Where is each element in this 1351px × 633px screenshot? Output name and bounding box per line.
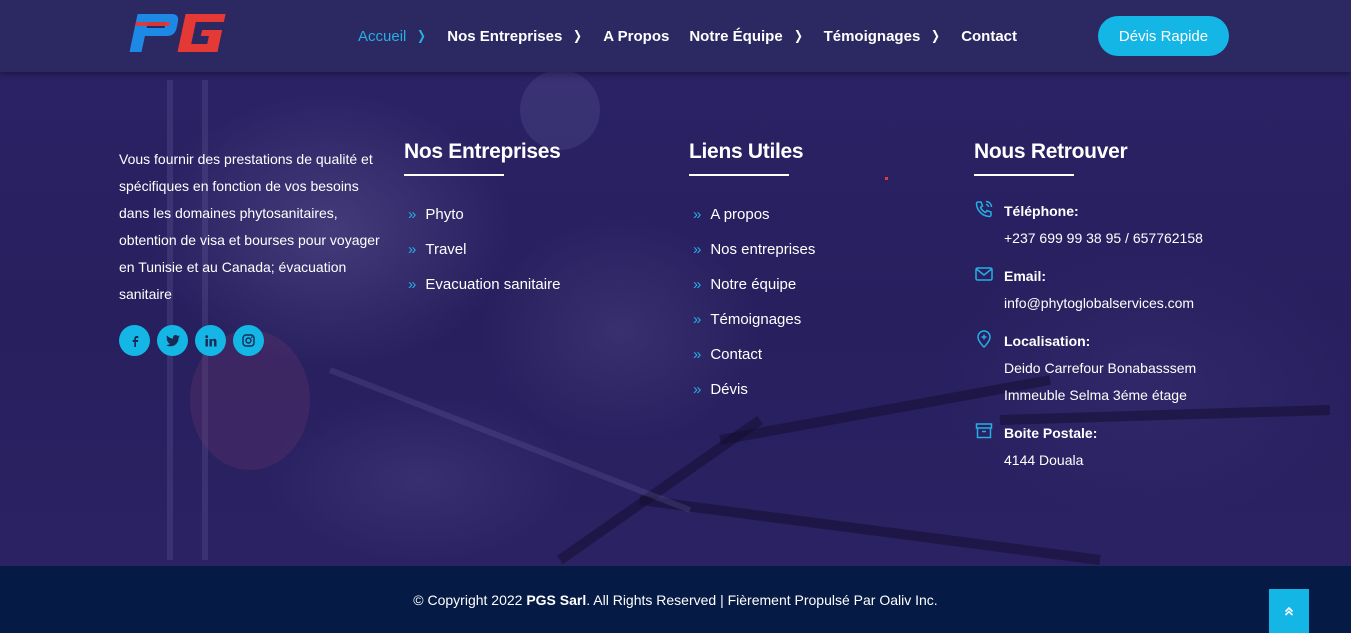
contact-info: Téléphone: +237 699 99 38 95 / 657762158… (974, 198, 1203, 474)
footer-link-evacuation[interactable]: » Evacuation sanitaire (404, 267, 561, 302)
link-label: Nos entreprises (710, 241, 816, 258)
social-links (119, 325, 271, 356)
retrouver-title: Nous Retrouver (974, 140, 1128, 163)
phone-value[interactable]: +237 699 99 38 95 / 657762158 (1004, 225, 1203, 252)
copyright-bar: © Copyright 2022 PGS Sarl. All Rights Re… (0, 566, 1351, 633)
footer-link-phyto[interactable]: » Phyto (404, 197, 561, 232)
liens-title: Liens Utiles (689, 140, 804, 163)
footer-link-notre-equipe[interactable]: » Notre équipe (689, 267, 815, 302)
contact-phone: Téléphone: +237 699 99 38 95 / 657762158 (974, 198, 1203, 252)
po-box-value: 4144 Douala (1004, 452, 1084, 468)
email-icon (975, 267, 993, 281)
nav-label: Contact (961, 27, 1018, 45)
double-chevron-right-icon: » (693, 206, 702, 223)
nav-item-notre-equipe[interactable]: Notre Équipe ❯ (689, 28, 803, 45)
address-line: Deido Carrefour Bonabasssem (1004, 360, 1197, 376)
nav-item-accueil[interactable]: Accueil ❯ (358, 28, 427, 45)
chevron-right-icon: ❯ (793, 28, 803, 43)
devis-rapide-button[interactable]: Dévis Rapide (1098, 16, 1229, 56)
main-nav: Accueil ❯ Nos Entreprises ❯ A Propos Not… (358, 0, 1037, 72)
address-line: Immeuble Selma 3éme étage (1004, 387, 1187, 403)
copyright-suffix: . All Rights Reserved | Fièrement Propul… (586, 591, 938, 608)
instagram-icon[interactable] (233, 325, 264, 356)
double-chevron-right-icon: » (408, 276, 417, 293)
link-label: Travel (425, 241, 467, 258)
footer-link-nos-entreprises[interactable]: » Nos entreprises (689, 232, 815, 267)
twitter-icon[interactable] (157, 325, 188, 356)
liens-column: Liens Utiles » A propos » Nos entreprises … (689, 140, 815, 407)
title-underline (689, 174, 789, 176)
entreprises-links: » Phyto » Travel » Evacuation sanitaire (404, 197, 561, 302)
contact-location: Localisation: Deido Carrefour Bonabassse… (974, 328, 1203, 409)
contact-po-box: Boite Postale: 4144 Douala (974, 420, 1203, 474)
nav-label: Nos Entreprises (447, 27, 563, 45)
contact-label: Téléphone: (1004, 203, 1079, 219)
archive-icon (975, 423, 993, 439)
double-chevron-up-icon (1284, 606, 1294, 616)
phone-icon (975, 200, 993, 218)
footer-link-devis[interactable]: » Dévis (689, 372, 815, 407)
chevron-right-icon: ❯ (573, 28, 583, 43)
contact-label: Localisation: (1004, 333, 1091, 349)
double-chevron-right-icon: » (693, 311, 702, 328)
pgs-logo[interactable] (128, 12, 228, 54)
entreprises-title: Nos Entreprises (404, 140, 561, 163)
nav-label: Accueil (358, 27, 407, 45)
footer-link-contact[interactable]: » Contact (689, 337, 815, 372)
nav-label: Notre Équipe (689, 27, 783, 45)
contact-label: Boite Postale: (1004, 425, 1098, 441)
link-label: Dévis (710, 381, 748, 398)
double-chevron-right-icon: » (693, 276, 702, 293)
liens-links: » A propos » Nos entreprises » Notre équipe… (689, 197, 815, 407)
double-chevron-right-icon: » (408, 206, 417, 223)
double-chevron-right-icon: » (408, 241, 417, 258)
chevron-right-icon: ❯ (417, 28, 427, 43)
nav-item-temoignages[interactable]: Témoignages ❯ (824, 28, 942, 45)
email-value[interactable]: info@phytoglobalservices.com (1004, 290, 1203, 317)
footer-link-temoignages[interactable]: » Témoignages (689, 302, 815, 337)
decorative-dot (885, 177, 888, 180)
double-chevron-right-icon: » (693, 381, 702, 398)
nav-label: A Propos (603, 27, 670, 45)
nav-label: Témoignages (823, 27, 921, 45)
contact-email: Email: info@phytoglobalservices.com (974, 263, 1203, 317)
about-description: Vous fournir des prestations de qualité … (119, 151, 380, 302)
link-label: Phyto (425, 206, 464, 223)
contact-label: Email: (1004, 268, 1047, 284)
title-underline (404, 174, 504, 176)
chevron-right-icon: ❯ (931, 28, 941, 43)
double-chevron-right-icon: » (693, 241, 702, 258)
footer-link-travel[interactable]: » Travel (404, 232, 561, 267)
location-icon (977, 330, 991, 349)
retrouver-column: Nous Retrouver Téléphone: +237 699 99 38… (974, 140, 1203, 485)
copyright-prefix: © Copyright 2022 (413, 591, 523, 608)
nav-item-nos-entreprises[interactable]: Nos Entreprises ❯ (447, 28, 583, 45)
link-label: A propos (710, 206, 770, 223)
site-header: Accueil ❯ Nos Entreprises ❯ A Propos Not… (0, 0, 1351, 72)
nav-item-a-propos[interactable]: A Propos (603, 28, 669, 45)
link-label: Evacuation sanitaire (425, 276, 561, 293)
entreprises-column: Nos Entreprises » Phyto » Travel » Evacuati… (404, 140, 561, 302)
link-label: Témoignages (710, 311, 802, 328)
linkedin-icon[interactable] (195, 325, 226, 356)
title-underline (974, 174, 1074, 176)
link-label: Contact (710, 346, 763, 363)
facebook-icon[interactable] (119, 325, 150, 356)
link-label: Notre équipe (710, 276, 797, 293)
footer-link-a-propos[interactable]: » A propos (689, 197, 815, 232)
scroll-to-top-button[interactable] (1269, 589, 1309, 633)
company-name: PGS Sarl (526, 591, 587, 608)
nav-item-contact[interactable]: Contact (961, 28, 1017, 45)
double-chevron-right-icon: » (693, 346, 702, 363)
